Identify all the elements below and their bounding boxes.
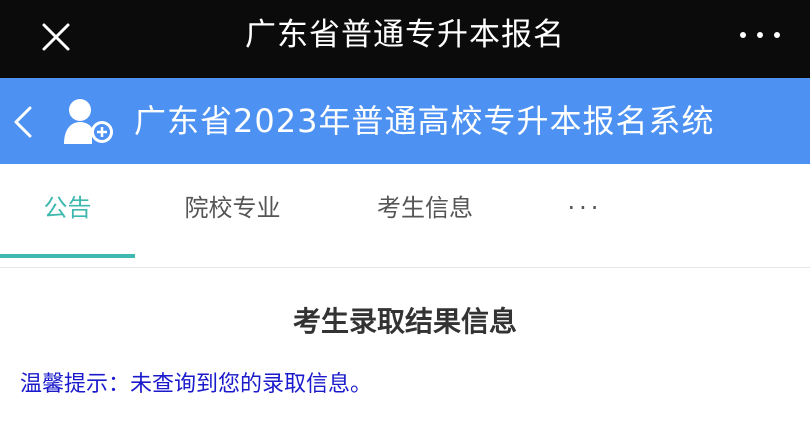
window-titlebar: 广东省普通专升本报名: [0, 0, 810, 78]
tab-bar: 公告 院校专业 考生信息 ···: [0, 164, 810, 268]
notice-message: 温馨提示：未查询到您的录取信息。: [20, 372, 373, 397]
tab-candidate-info[interactable]: 考生信息: [355, 164, 495, 256]
app-header: 广东省2023年普通高校专升本报名系统: [0, 78, 810, 164]
tab-more[interactable]: ···: [545, 164, 625, 256]
active-tab-indicator: [0, 254, 135, 258]
app-title: 广东省2023年普通高校专升本报名系统: [134, 102, 715, 140]
window-title: 广东省普通专升本报名: [245, 17, 565, 53]
more-options-icon[interactable]: [740, 20, 780, 50]
back-arrow-icon[interactable]: [10, 102, 40, 142]
tab-announcement[interactable]: 公告: [0, 164, 135, 256]
page-title: 考生录取结果信息: [292, 305, 517, 338]
tab-schools-majors[interactable]: 院校专业: [160, 164, 305, 256]
add-user-icon: [62, 98, 116, 146]
